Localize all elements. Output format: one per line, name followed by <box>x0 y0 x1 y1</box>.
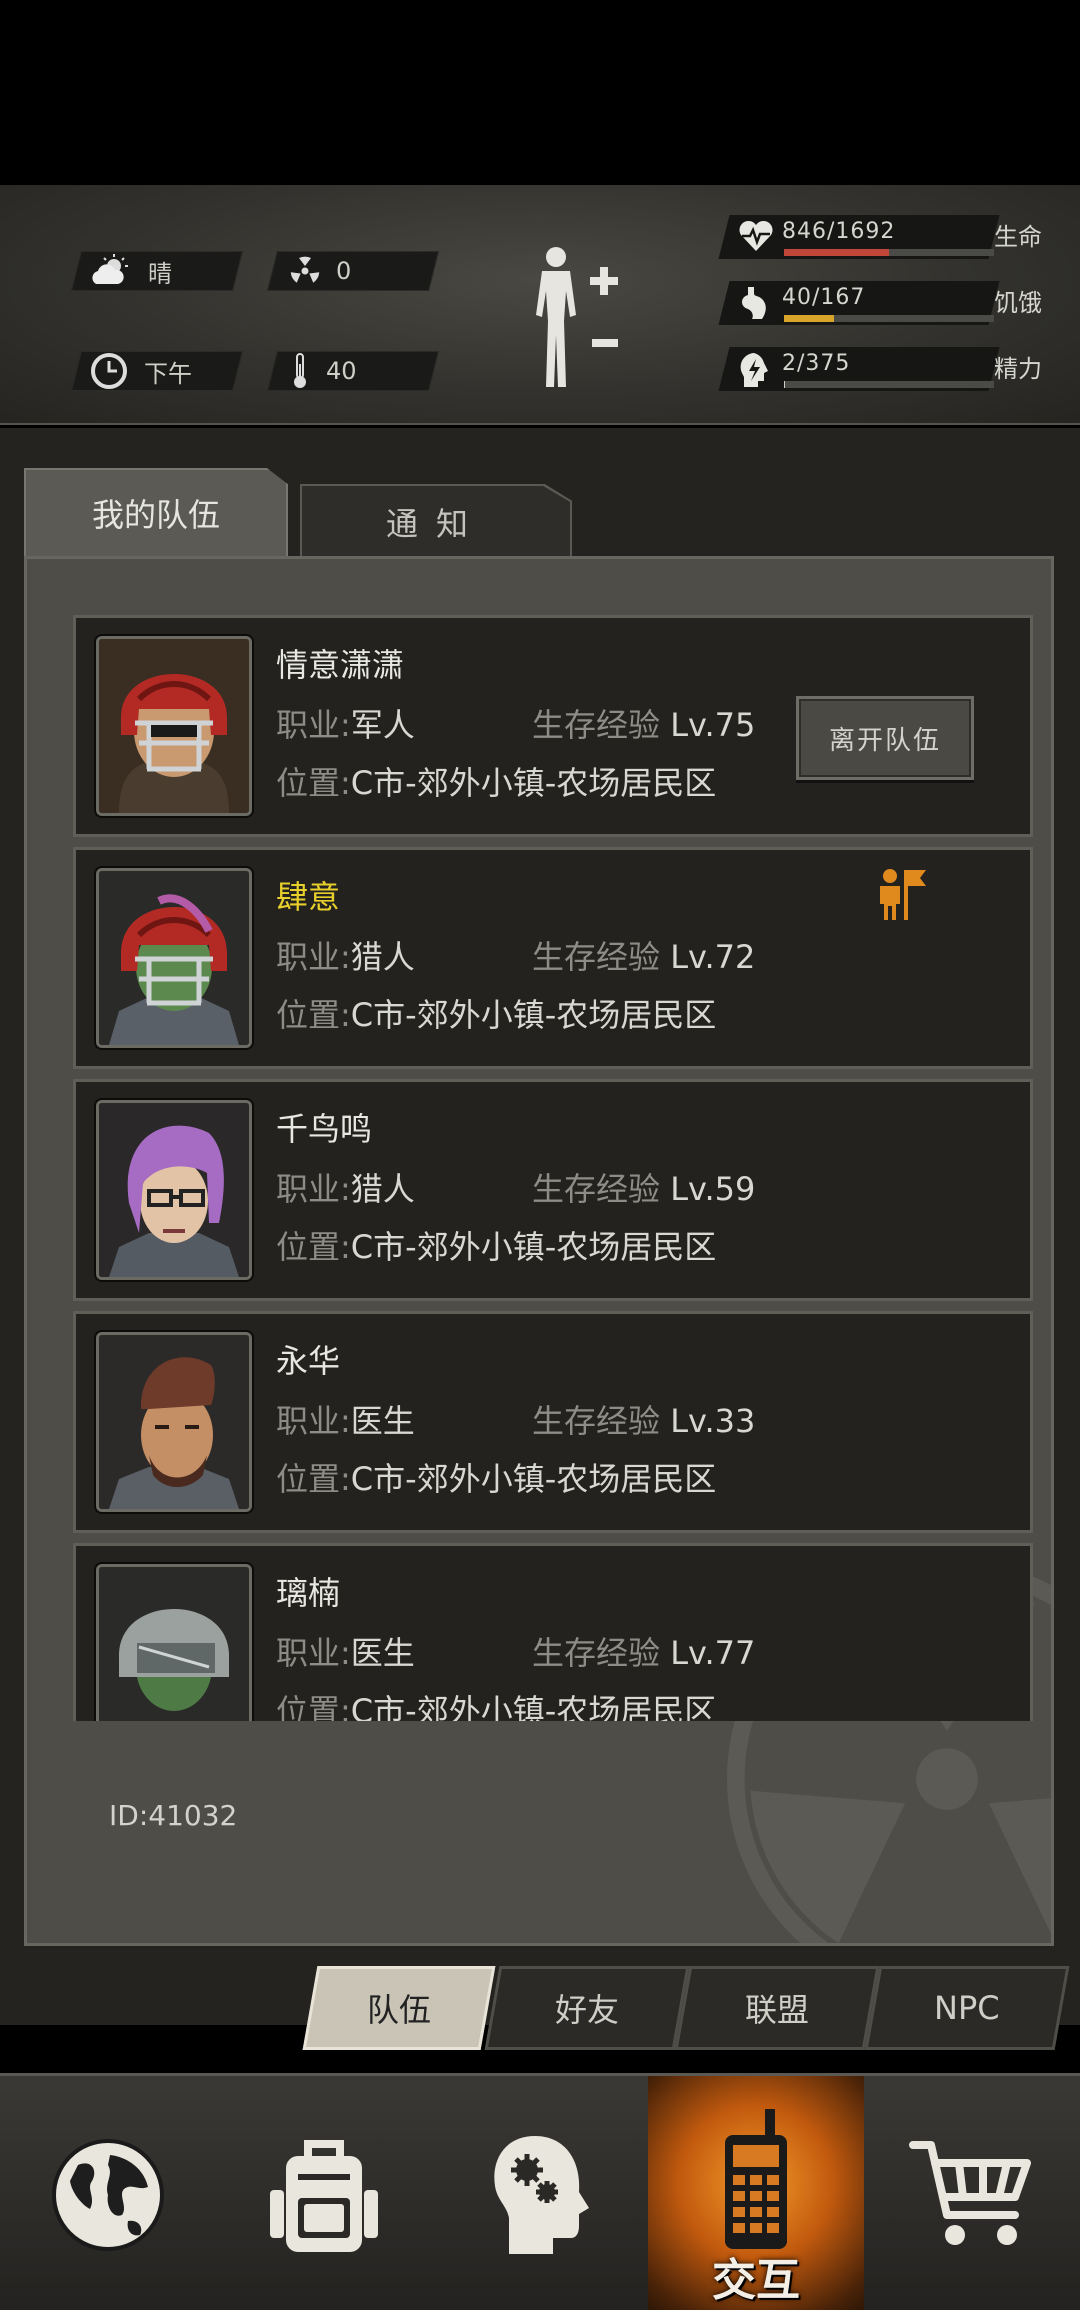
member-exp: 生存经验 Lv.72 <box>532 938 756 976</box>
avatar <box>96 636 252 816</box>
member-exp: 生存经验 Lv.75 <box>532 706 756 744</box>
avatar <box>96 1564 252 1721</box>
list-item[interactable]: 永华 职业:医生 生存经验 Lv.33 位置:C市-郊外小镇-农场居民区 <box>73 1311 1033 1533</box>
subtab-alliance[interactable]: 联盟 <box>674 1966 880 2050</box>
weather-indicator: 晴 <box>90 251 172 291</box>
health-value: 846/1692 <box>782 219 896 244</box>
leave-team-button[interactable]: 离开队伍 <box>796 696 974 780</box>
member-location: 位置:C市-郊外小镇-农场居民区 <box>276 1692 717 1721</box>
sun-cloud-icon <box>92 254 128 284</box>
nav-interact-label: 交互 <box>712 2255 800 2306</box>
bottom-navigation: 交互 <box>0 2073 1080 2310</box>
member-role: 职业:军人 <box>276 706 415 744</box>
temperature-value: 40 <box>326 357 357 385</box>
player-id: ID:41032 <box>109 1799 238 1832</box>
health-label: 生命 <box>994 223 1042 251</box>
leader-flag-icon <box>880 869 926 920</box>
nav-skills-button[interactable] <box>432 2076 648 2310</box>
member-role: 职业:医生 <box>276 1634 415 1672</box>
member-role: 职业:猎人 <box>276 1170 415 1208</box>
energy-stat: 2/375 精力 <box>718 347 1064 391</box>
backpack-icon <box>270 2139 378 2252</box>
radiation-value: 0 <box>336 257 352 285</box>
globe-icon <box>52 2138 164 2251</box>
member-location: 位置:C市-郊外小镇-农场居民区 <box>276 1460 717 1498</box>
thermometer-icon <box>294 353 306 388</box>
heart-pulse-icon <box>739 220 773 251</box>
tab-notice[interactable]: 通知 <box>302 486 570 558</box>
member-exp: 生存经验 Lv.33 <box>532 1402 756 1440</box>
brain-bolt-icon <box>740 353 768 387</box>
clock-icon <box>91 353 127 389</box>
member-exp: 生存经验 Lv.59 <box>532 1170 756 1208</box>
member-role: 职业:医生 <box>276 1402 415 1440</box>
head-gears-icon <box>494 2135 589 2254</box>
avatar <box>96 1332 252 1512</box>
stomach-icon <box>742 287 766 319</box>
member-name: 千鸟鸣 <box>276 1110 373 1148</box>
avatar <box>96 1100 252 1280</box>
nav-interact-button[interactable]: 交互 <box>648 2076 864 2310</box>
team-content: 情意潇潇 职业:军人 生存经验 Lv.75 位置:C市-郊外小镇-农场居民区 离… <box>24 556 1054 1946</box>
radiation-icon <box>290 256 320 283</box>
energy-label: 精力 <box>994 355 1042 383</box>
list-item[interactable]: 璃楠 职业:医生 生存经验 Lv.77 位置:C市-郊外小镇-农场居民区 <box>73 1543 1033 1721</box>
member-location: 位置:C市-郊外小镇-农场居民区 <box>276 1228 717 1266</box>
hunger-value: 40/167 <box>782 285 866 310</box>
nav-inventory-button[interactable] <box>216 2076 432 2310</box>
team-panel: 我的队伍 通知 情意潇潇 职业:军人 生存经验 Lv.75 位置:C市-郊外小镇… <box>0 428 1080 2050</box>
hunger-bar <box>784 315 994 322</box>
walkie-talkie-icon <box>725 2108 787 2249</box>
health-bar <box>784 249 994 256</box>
member-exp: 生存经验 Lv.77 <box>532 1634 756 1672</box>
member-location: 位置:C市-郊外小镇-农场居民区 <box>276 996 717 1034</box>
subtab-team[interactable]: 队伍 <box>302 1966 496 2050</box>
member-location: 位置:C市-郊外小镇-农场居民区 <box>276 764 717 802</box>
member-name: 璃楠 <box>276 1574 341 1612</box>
cart-icon <box>909 2140 1031 2245</box>
subtab-friends[interactable]: 好友 <box>484 1966 690 2050</box>
social-subtabs: 队伍 好友 联盟 NPC <box>300 1966 1070 2050</box>
member-name: 永华 <box>276 1342 341 1380</box>
hunger-label: 饥饿 <box>994 289 1042 317</box>
tab-my-team[interactable]: 我的队伍 <box>24 468 288 558</box>
radiation-indicator: 0 <box>290 251 351 291</box>
hunger-stat: 40/167 饥饿 <box>718 281 1064 325</box>
member-name: 肆意 <box>276 878 341 916</box>
temperature-indicator: 40 <box>290 351 357 391</box>
nav-shop-button[interactable] <box>864 2076 1080 2310</box>
member-role: 职业:猎人 <box>276 938 415 976</box>
member-name: 情意潇潇 <box>276 646 405 684</box>
list-item[interactable]: 肆意 职业:猎人 生存经验 Lv.72 位置:C市-郊外小镇-农场居民区 <box>73 847 1033 1069</box>
avatar <box>96 868 252 1048</box>
health-stat: 846/1692 生命 <box>718 215 1064 259</box>
nav-map-button[interactable] <box>0 2076 216 2310</box>
weather-text: 晴 <box>148 259 172 288</box>
energy-bar <box>784 381 994 388</box>
time-indicator: 下午 <box>90 351 192 391</box>
body-status-icon[interactable] <box>520 245 624 393</box>
list-item[interactable]: 情意潇潇 职业:军人 生存经验 Lv.75 位置:C市-郊外小镇-农场居民区 离… <box>73 615 1033 837</box>
list-item[interactable]: 千鸟鸣 职业:猎人 生存经验 Lv.59 位置:C市-郊外小镇-农场居民区 <box>73 1079 1033 1301</box>
member-list[interactable]: 情意潇潇 职业:军人 生存经验 Lv.75 位置:C市-郊外小镇-农场居民区 离… <box>73 615 1033 1721</box>
game-screen: 晴 0 下午 40 846/1692 生命 40/167 饥饿 2/375 精力… <box>0 0 1080 2310</box>
status-hud: 晴 0 下午 40 846/1692 生命 40/167 饥饿 2/375 精力 <box>0 185 1080 425</box>
energy-value: 2/375 <box>782 351 851 376</box>
subtab-npc[interactable]: NPC <box>864 1966 1070 2050</box>
time-text: 下午 <box>144 359 192 388</box>
